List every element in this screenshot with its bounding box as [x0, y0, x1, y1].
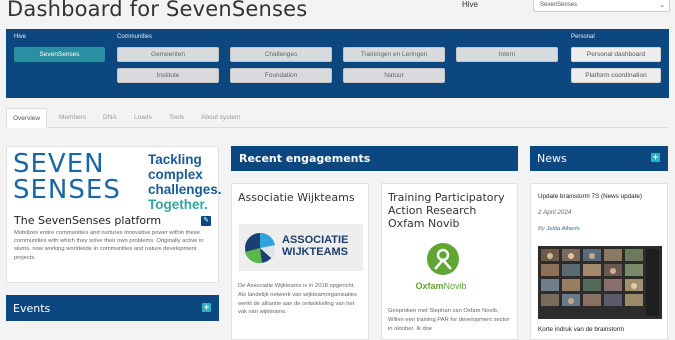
- tab-bar: Overview Members DNA Loads Tools About s…: [6, 108, 669, 128]
- oxfam-logo-text: OxfamNovib: [415, 281, 467, 291]
- news-item-title[interactable]: Update brainstorm 7S (News update): [538, 193, 642, 200]
- engagement-card[interactable]: Training Participatory Action Research O…: [381, 183, 518, 340]
- video-call-image: [538, 246, 662, 319]
- associatie-wijkteams-logo: ASSOCIATIE WIJKTEAMS: [239, 224, 363, 271]
- hive-select[interactable]: SevenSenses ⌄: [533, 0, 670, 12]
- platform-tagline: Tackling complex challenges. Together.: [148, 152, 222, 212]
- sevensenses-logo: SEVEN SENSES: [13, 149, 121, 205]
- communities-group-label: Communities: [117, 34, 153, 40]
- add-event-icon[interactable]: +: [202, 303, 211, 312]
- community-foundation-button[interactable]: Foundation: [230, 68, 332, 83]
- oxfam-novib-logo: OxfamNovib: [415, 242, 467, 291]
- engagement-title: Associatie Wijkteams: [238, 191, 355, 204]
- platform-card: SEVEN SENSES Tackling complex challenges…: [6, 146, 222, 283]
- engagements-title: Recent engagements: [239, 152, 371, 165]
- news-item-date: 2 April 2024: [538, 209, 572, 216]
- chevron-down-icon: ⌄: [659, 2, 665, 9]
- associatie-logo-mark: [245, 232, 276, 264]
- engagements-header: Recent engagements: [231, 146, 518, 171]
- events-title: Events: [13, 302, 51, 315]
- news-item-caption: Korte indruk van de brainstorm: [538, 326, 625, 333]
- hive-label: Hive: [462, 0, 479, 9]
- news-header: News +: [530, 146, 668, 171]
- tab-tools[interactable]: Tools: [169, 108, 184, 128]
- navigation-panel: Hive Communities Personal SevenSenses Ge…: [6, 29, 669, 98]
- platform-coordination-button[interactable]: Platform coordination: [571, 68, 661, 83]
- engagement-text: De Associatie Wijkteams is in 2018 opger…: [238, 283, 357, 316]
- tab-members[interactable]: Members: [59, 108, 86, 128]
- page-title: Dashboard for SevenSenses: [7, 0, 308, 21]
- tab-loads[interactable]: Loads: [134, 108, 152, 128]
- community-intern-button[interactable]: Intern: [456, 47, 558, 62]
- personal-group-label: Personal: [571, 34, 595, 40]
- community-trainingen-button[interactable]: Trainingen en Leringen: [343, 47, 445, 62]
- hive-sevensenses-button[interactable]: SevenSenses: [14, 47, 105, 62]
- engagement-title: Training Participatory Action Research O…: [388, 191, 505, 230]
- community-gemeenten-button[interactable]: Gemeenten: [117, 47, 219, 62]
- tab-dna[interactable]: DNA: [103, 108, 117, 128]
- personal-dashboard-button[interactable]: Personal dashboard: [571, 47, 661, 62]
- community-institute-button[interactable]: Institute: [117, 68, 219, 83]
- community-natuur-button[interactable]: Natuur: [343, 68, 445, 83]
- platform-description: Mobilizes entire communities and nurture…: [14, 230, 204, 261]
- engagement-text: Gesproken met Stephan van Oxfam Novib. W…: [388, 308, 510, 332]
- news-title: News: [537, 152, 567, 165]
- news-item-author: By Jelda Alberts: [538, 226, 580, 232]
- hive-select-value: SevenSenses: [540, 2, 578, 8]
- engagement-card[interactable]: Associatie Wijkteams ASSOCIATIE WIJKTEAM…: [231, 183, 369, 340]
- news-card[interactable]: Update brainstorm 7S (News update) 2 Apr…: [530, 183, 668, 340]
- edit-icon[interactable]: ✎: [201, 216, 211, 226]
- community-challenges-button[interactable]: Challenges: [230, 47, 332, 62]
- associatie-logo-text: ASSOCIATIE WIJKTEAMS: [282, 234, 349, 258]
- add-news-icon[interactable]: +: [651, 153, 660, 162]
- video-call-screenshot: [538, 246, 662, 319]
- tab-about-system[interactable]: About system: [201, 108, 240, 128]
- hive-group-label: Hive: [14, 34, 27, 40]
- platform-title: The SevenSenses platform: [14, 214, 162, 227]
- tab-overview[interactable]: Overview: [6, 108, 48, 128]
- events-header: Events +: [6, 295, 219, 321]
- oxfam-logo-mark: [427, 243, 459, 275]
